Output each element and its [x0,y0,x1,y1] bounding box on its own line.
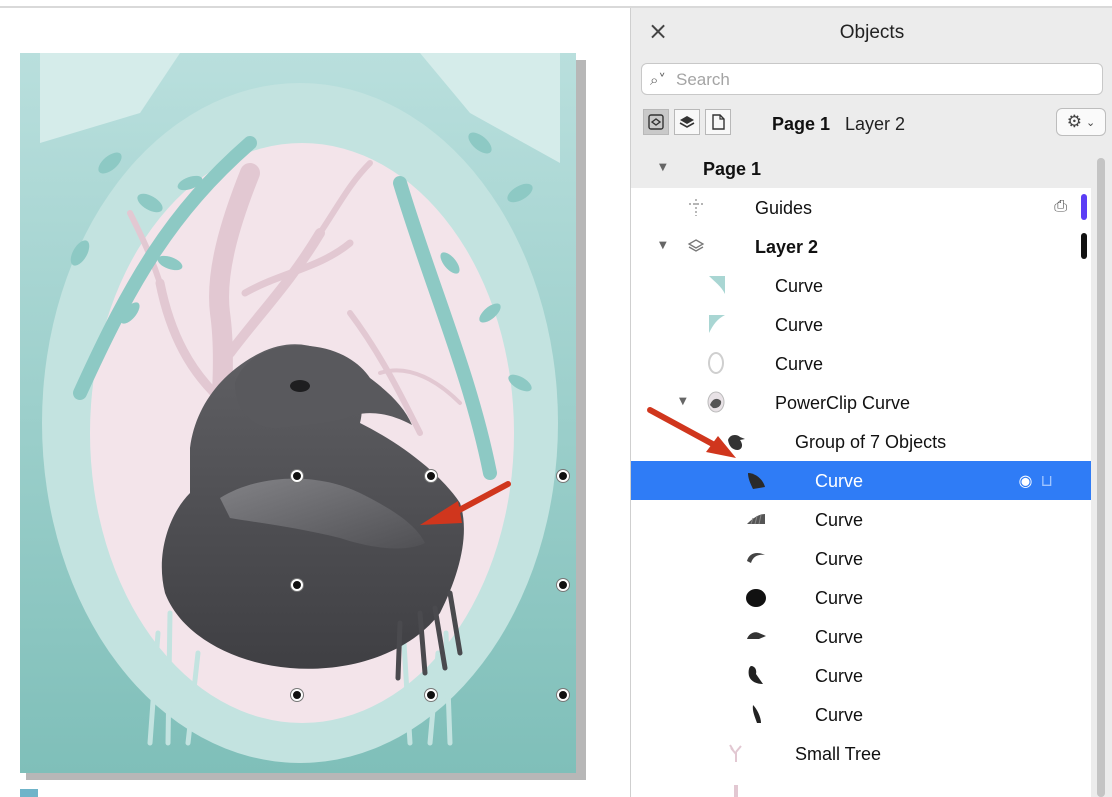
curve-thumbnail [743,584,769,610]
selection-handle-bottom-right[interactable] [557,689,569,701]
tree-row-curve[interactable]: Curve [631,617,1091,656]
tree-label-curve: Curve [815,510,864,530]
tree-label-curve: Curve [815,471,864,491]
tree-row-curve[interactable]: Curve [631,500,1091,539]
show-object-properties-button[interactable] [643,109,669,135]
tree-scrollbar[interactable] [1097,158,1105,797]
tree-row-curve[interactable]: Curve [631,578,1091,617]
tree-row-layer[interactable]: ▼ Layer 2 [631,227,1091,266]
curve-thumbnail [743,623,769,649]
drawing-canvas[interactable] [0,0,1112,797]
tree-label-curve: Curve [815,627,864,647]
search-box[interactable]: ⌕˅ [641,63,1103,95]
guides-icon [683,194,709,220]
search-icon[interactable]: ⌕˅ [650,70,674,90]
scrollbar-thumb[interactable] [1097,158,1105,797]
panel-title: Objects [839,22,905,43]
curve-thumbnail [703,311,729,337]
breadcrumb-layer[interactable]: Layer 2 [845,114,905,135]
object-tree: ▼ Page 1 Guides ⎙ ▼ Layer 2 Curve Curve … [631,149,1112,797]
tree-row-guides[interactable]: Guides ⎙ [631,188,1091,227]
tree-row-curve[interactable]: Curve [631,266,1091,305]
tree-row-curve[interactable]: Curve [631,344,1091,383]
tree-label-curve: Curve [775,354,824,374]
tree-row-small-tree[interactable]: Small Tree [631,734,1091,773]
gear-icon: ⚙ [1066,111,1083,132]
artwork [20,53,576,773]
object-layers-icon [648,114,664,130]
tree-label-curve: Curve [775,276,824,296]
artboard[interactable] [20,53,576,773]
row-state-icons: ◉ ⊔ [1019,471,1053,490]
tree-label-guides: Guides [755,198,813,218]
curve-thumbnail [743,506,769,532]
tree-row-page[interactable]: ▼ Page 1 [631,149,1091,188]
layers-view-button[interactable] [674,109,700,135]
selection-handle-bottom-center[interactable] [425,689,437,701]
curve-thumbnail [703,350,729,376]
panel-toolbar: Page 1 Layer 2 ⚙ ⌄ [631,104,1112,144]
tree-thumbnail [723,779,749,797]
tree-label-small-tree: Small Tree [795,744,882,764]
tree-label-group: Group of 7 Objects [795,432,947,452]
curve-thumbnail [743,701,769,727]
chevron-down-icon: ⌄ [1086,115,1096,129]
expand-triangle-icon[interactable]: ▼ [659,241,669,251]
page-tab-marker [20,789,38,797]
tree-label-curve: Curve [815,549,864,569]
curve-thumbnail [703,272,729,298]
tree-thumbnail [723,740,749,766]
selection-handle-top-left[interactable] [291,470,303,482]
curve-thumbnail [743,467,769,493]
guides-color-marker [1081,194,1087,220]
panel-settings-button[interactable]: ⚙ ⌄ [1056,108,1106,136]
search-input[interactable] [676,68,1096,92]
layers-icon [679,116,695,128]
page-view-button[interactable] [705,109,731,135]
panel-header: × Objects [631,8,1112,56]
layer-color-marker [1081,233,1087,259]
lock-icon[interactable]: ⊔ [1041,471,1053,490]
tree-label-curve: Curve [815,666,864,686]
expand-triangle-icon[interactable]: ▼ [659,163,669,173]
curve-thumbnail [743,545,769,571]
tree-row-curve[interactable]: Curve [631,656,1091,695]
tree-label-powerclip: PowerClip Curve [775,393,911,413]
tree-label-curve: Curve [815,705,864,725]
tree-label-page: Page 1 [703,159,762,179]
selection-handle-middle-right[interactable] [557,579,569,591]
tree-row-curve[interactable]: Curve [631,539,1091,578]
selection-handle-middle-left[interactable] [291,579,303,591]
tree-row-curve[interactable]: Curve [631,305,1091,344]
selection-handle-top-right[interactable] [557,470,569,482]
tree-label-layer: Layer 2 [755,237,819,257]
layer-icon [683,233,709,259]
breadcrumb-page[interactable]: Page 1 [772,114,830,135]
eye-icon[interactable]: ◉ [1019,471,1033,490]
selection-handle-bottom-left[interactable] [291,689,303,701]
curve-thumbnail [743,662,769,688]
printer-disabled-icon[interactable]: ⎙ [1054,196,1067,216]
tree-label-curve: Curve [815,588,864,608]
selection-handle-top-center[interactable] [425,470,437,482]
page-icon [712,114,725,130]
annotation-arrow [647,407,736,458]
tree-label-curve: Curve [775,315,824,335]
tree-row-curve[interactable]: Curve [631,695,1091,734]
tree-row-partial[interactable] [631,773,1091,797]
